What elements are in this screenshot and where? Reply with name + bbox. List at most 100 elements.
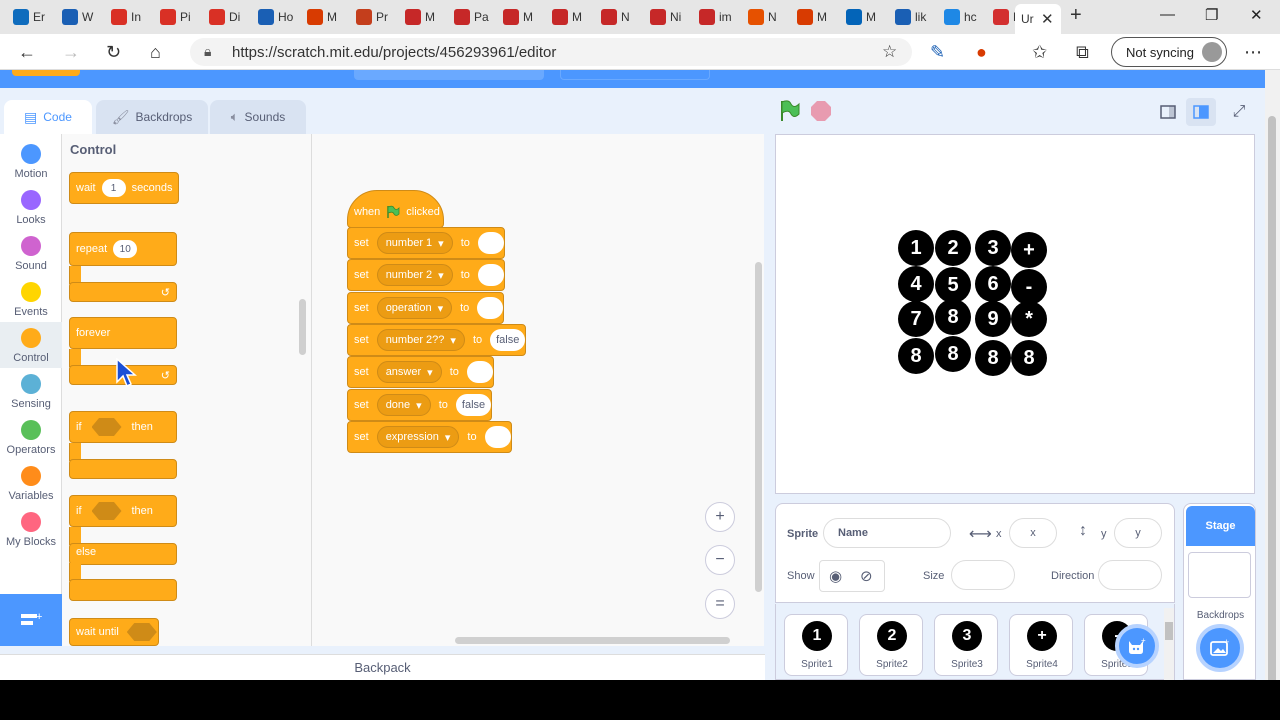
browser-tab[interactable]: M xyxy=(797,4,827,30)
browser-tab[interactable]: Pr xyxy=(356,4,388,30)
set-variable-block[interactable]: set number 1 ▾ to xyxy=(347,227,505,259)
tab-sounds[interactable]: 🔈︎ Sounds xyxy=(210,100,306,134)
condition-slot[interactable] xyxy=(126,623,157,641)
sprite-list-scrollbar-thumb[interactable] xyxy=(1165,622,1173,640)
set-variable-block[interactable]: set expression ▾ to xyxy=(347,421,512,453)
category-control[interactable]: Control xyxy=(0,322,62,368)
if-else-block[interactable]: if then else xyxy=(69,495,179,607)
browser-tab[interactable]: M xyxy=(405,4,435,30)
category-sensing[interactable]: Sensing xyxy=(0,368,62,414)
sprite-thumbnail[interactable]: 3 Sprite3 xyxy=(934,614,998,676)
value-input[interactable]: false xyxy=(455,394,492,416)
page-scrollbar[interactable] xyxy=(1265,70,1280,680)
sprite-thumbnail[interactable]: + Sprite4 xyxy=(1009,614,1073,676)
browser-tab[interactable]: In xyxy=(111,4,141,30)
keypad-key-sprite[interactable]: 8 xyxy=(975,340,1011,376)
keypad-key-sprite[interactable]: 1 xyxy=(898,230,934,266)
url-field[interactable]: 🔒︎ https://scratch.mit.edu/projects/4562… xyxy=(190,38,912,66)
favorites-icon[interactable]: ✩ xyxy=(1032,42,1047,63)
value-input[interactable] xyxy=(477,264,504,286)
x-field[interactable]: x xyxy=(1009,518,1057,548)
forever-block-head[interactable]: forever xyxy=(69,317,177,349)
browser-tab[interactable]: Di xyxy=(209,4,240,30)
keypad-key-sprite[interactable]: 3 xyxy=(975,230,1011,266)
browser-tab[interactable]: M xyxy=(307,4,337,30)
repeat-block-head[interactable]: repeat 10 xyxy=(69,232,177,266)
show-toggle[interactable]: ◉ ⊘ xyxy=(819,560,885,592)
set-variable-block[interactable]: set answer ▾ to xyxy=(347,356,494,388)
browser-tab[interactable]: Pa xyxy=(454,4,489,30)
eye-icon[interactable]: ◉ xyxy=(829,567,842,585)
set-variable-block[interactable]: set operation ▾ to xyxy=(347,292,505,324)
sprite-name-field[interactable]: Name xyxy=(823,518,951,548)
scratch-logo[interactable] xyxy=(12,70,80,76)
page-scrollbar-thumb[interactable] xyxy=(1268,116,1276,680)
value-input[interactable] xyxy=(477,232,504,254)
keypad-key-sprite[interactable]: 9 xyxy=(975,301,1011,337)
green-flag-button[interactable] xyxy=(779,100,801,122)
tab-backdrops[interactable]: 🖌︎ Backdrops xyxy=(96,100,208,134)
sprite-list-scrollbar[interactable] xyxy=(1164,608,1174,680)
keypad-key-sprite[interactable]: 5 xyxy=(935,267,971,303)
workspace-horizontal-scrollbar[interactable] xyxy=(455,637,730,644)
large-stage-button[interactable] xyxy=(1186,98,1216,126)
repeat-input[interactable]: 10 xyxy=(113,240,138,258)
collections-icon[interactable]: ⧉ xyxy=(1076,42,1089,63)
if-then-block[interactable]: if then xyxy=(69,411,179,483)
browser-tab[interactable]: W xyxy=(62,4,93,30)
fullscreen-button[interactable]: ⤢ xyxy=(1224,98,1254,126)
variable-dropdown[interactable]: number 2 ▾ xyxy=(376,264,453,286)
wait-until-block[interactable]: wait until xyxy=(69,618,159,646)
new-tab-button[interactable]: + xyxy=(1070,4,1082,27)
zoom-out-button[interactable]: − xyxy=(705,545,735,575)
browser-tab[interactable]: hc xyxy=(944,4,977,30)
tab-code[interactable]: ▤ Code xyxy=(4,100,92,134)
backpack-bar[interactable]: Backpack xyxy=(0,654,765,680)
close-tab-icon[interactable]: ✕ xyxy=(1041,10,1054,28)
browser-tab[interactable]: Pi xyxy=(160,4,191,30)
variable-dropdown[interactable]: expression ▾ xyxy=(376,426,460,448)
value-input[interactable] xyxy=(477,297,504,319)
sprite-thumbnail[interactable]: 2 Sprite2 xyxy=(859,614,923,676)
office-extension-icon[interactable]: ● xyxy=(976,42,987,63)
home-icon[interactable]: ⌂ xyxy=(150,42,161,63)
keypad-key-sprite[interactable]: 2 xyxy=(935,230,971,266)
variable-dropdown[interactable]: number 2?? ▾ xyxy=(376,329,465,351)
browser-tab[interactable]: M xyxy=(846,4,876,30)
keypad-key-sprite[interactable]: 4 xyxy=(898,266,934,302)
browser-tab[interactable]: Er xyxy=(13,4,45,30)
set-variable-block[interactable]: set number 2?? ▾ to false xyxy=(347,324,527,356)
if-else-block-head[interactable]: if then xyxy=(69,495,177,527)
add-extension-button[interactable]: + xyxy=(0,594,62,646)
browser-tab[interactable]: im xyxy=(699,4,732,30)
back-icon[interactable]: ← xyxy=(18,42,36,63)
value-input[interactable]: false xyxy=(490,329,526,351)
project-title-field[interactable] xyxy=(354,70,544,80)
category-operators[interactable]: Operators xyxy=(0,414,62,460)
keypad-key-sprite[interactable]: - xyxy=(1011,269,1047,305)
browser-tab[interactable]: Ni xyxy=(650,4,681,30)
browser-tab[interactable]: M xyxy=(552,4,582,30)
browser-tab[interactable]: M xyxy=(503,4,533,30)
favorite-star-icon[interactable]: ☆ xyxy=(882,42,897,62)
set-variable-block[interactable]: set number 2 ▾ to xyxy=(347,259,505,291)
category-events[interactable]: Events xyxy=(0,276,62,322)
variable-dropdown[interactable]: number 1 ▾ xyxy=(376,232,453,254)
value-input[interactable] xyxy=(484,426,511,448)
keypad-key-sprite[interactable]: 8 xyxy=(935,336,971,372)
category-sound[interactable]: Sound xyxy=(0,230,62,276)
condition-slot[interactable] xyxy=(91,418,122,436)
browser-tab[interactable]: N xyxy=(748,4,777,30)
browser-tab[interactable]: N xyxy=(601,4,630,30)
category-my-blocks[interactable]: My Blocks xyxy=(0,506,62,552)
repeat-block[interactable]: repeat 10 ↺ xyxy=(69,232,179,306)
forward-icon[interactable]: → xyxy=(62,42,80,63)
palette-scrollbar[interactable] xyxy=(299,299,306,355)
stage-canvas[interactable]: 1 2 3 +4 5 6-7 8 9 * 8 8 8 8 xyxy=(775,134,1255,494)
direction-field[interactable] xyxy=(1098,560,1162,590)
script-workspace[interactable]: when clicked + − = set number 1 ▾ to set numb… xyxy=(312,134,764,646)
keypad-key-sprite[interactable]: 8 xyxy=(935,299,971,335)
keypad-key-sprite[interactable]: * xyxy=(1011,301,1047,337)
refresh-icon[interactable]: ↻ xyxy=(106,42,121,63)
wait-input[interactable]: 1 xyxy=(101,179,126,197)
